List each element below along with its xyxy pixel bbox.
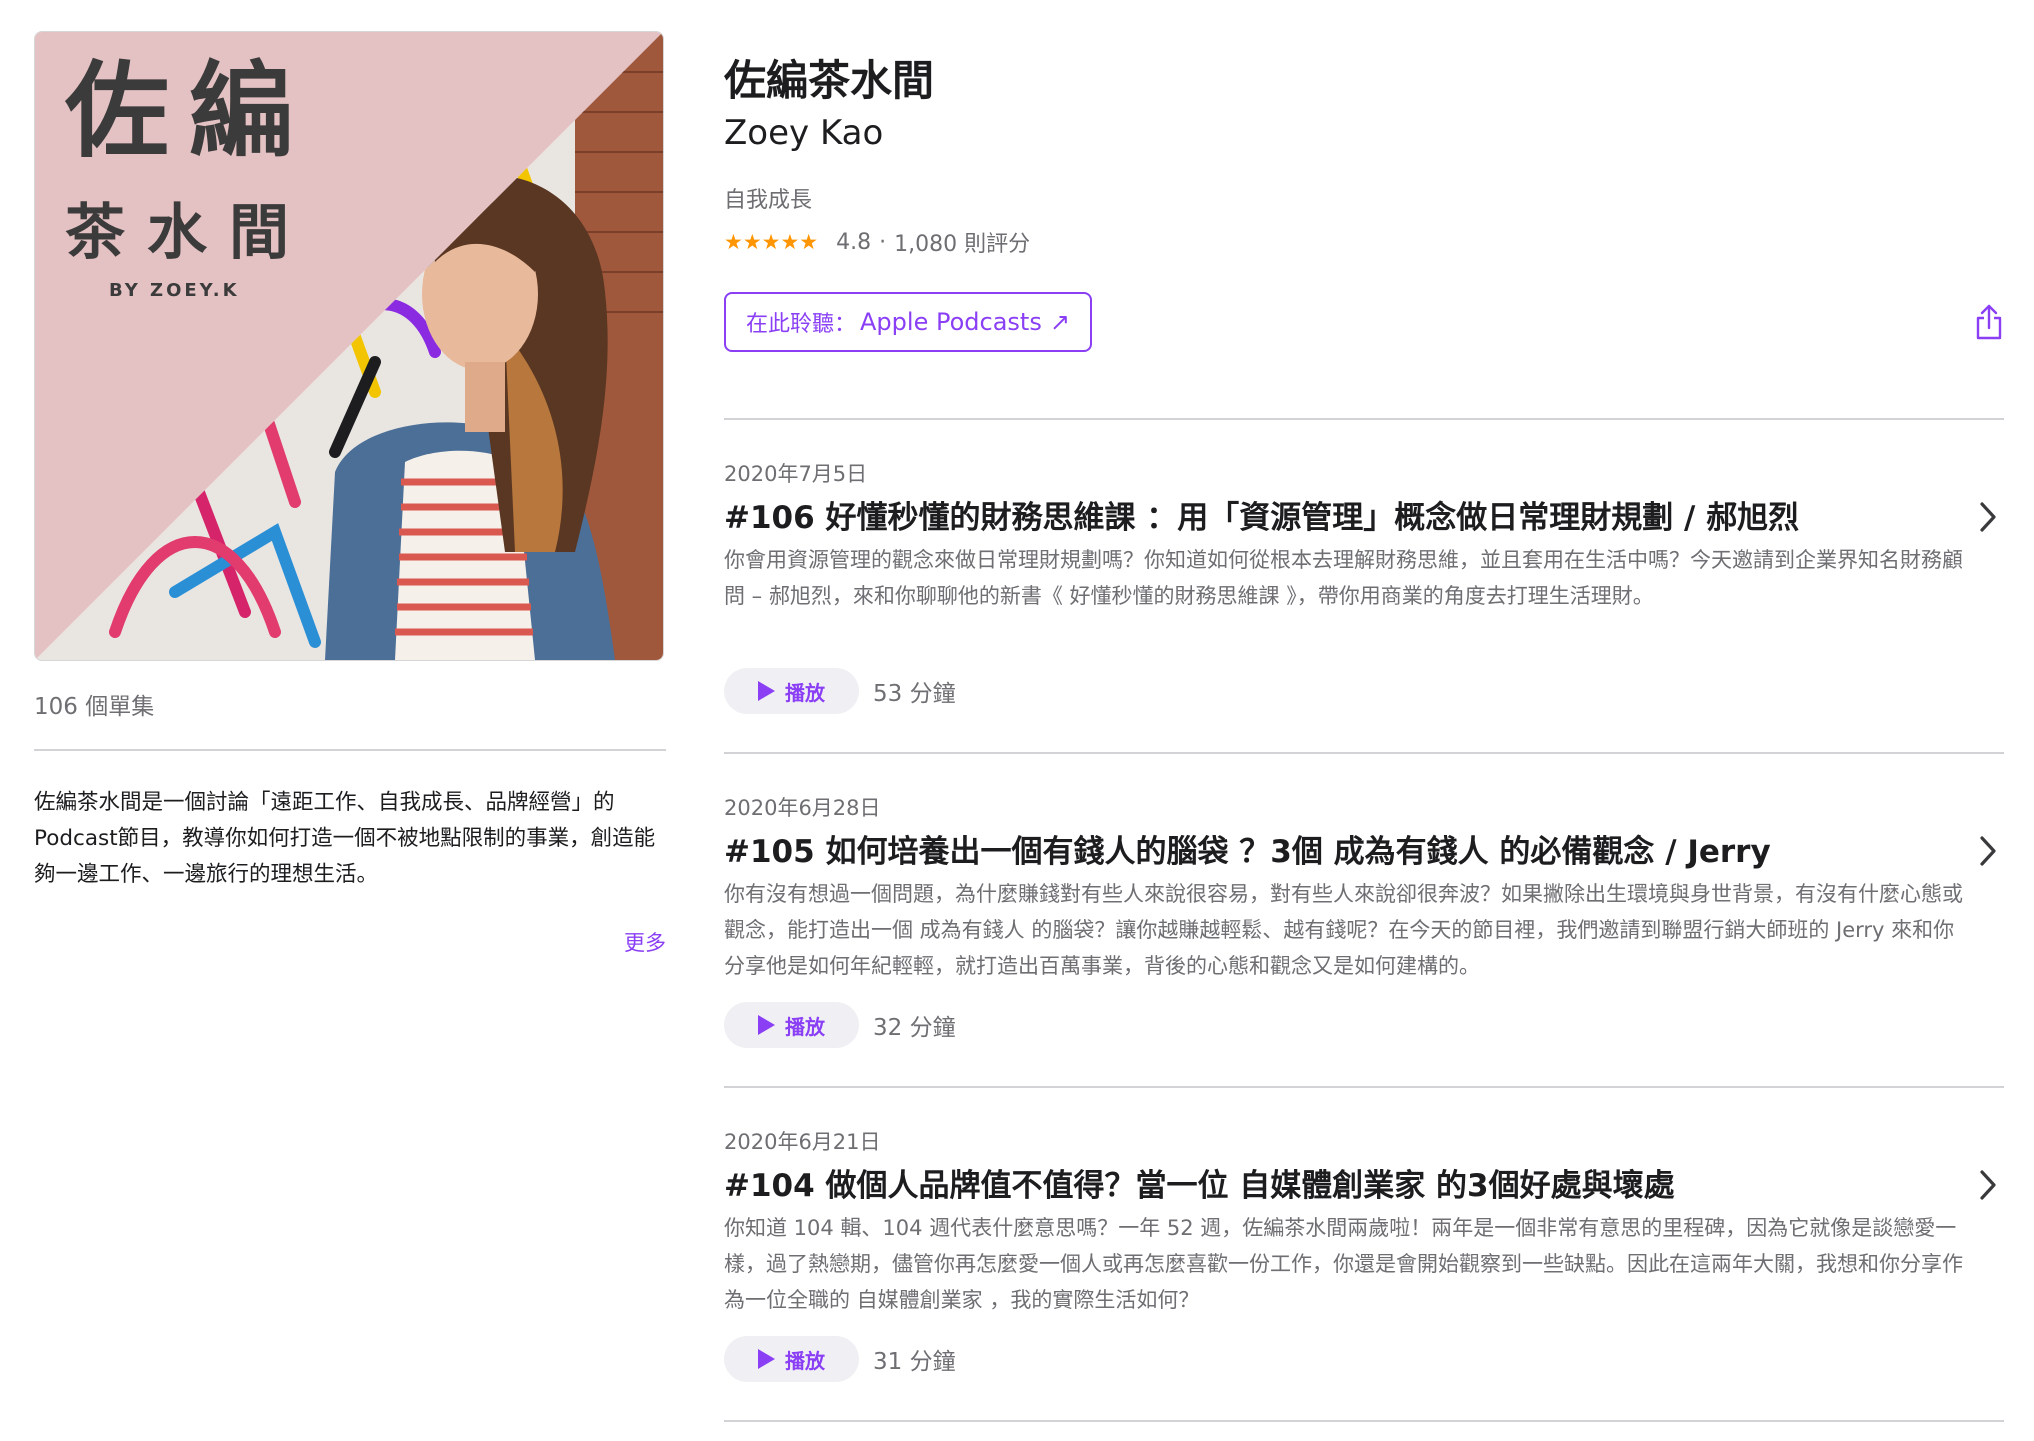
play-label: 播放 xyxy=(785,1014,825,1039)
episode-item: 2020年7月5日 #106 好懂秒懂的財務思維課 ：用「資源管理」概念做日常理… xyxy=(724,420,2004,754)
episode-summary: 你有沒有想過一個問題，為什麼賺錢對有些人來說很容易，對有些人來說卻很奔波？如果撇… xyxy=(724,882,1963,978)
play-row: 播放 31 分鐘 xyxy=(724,1336,956,1382)
rating-row: ★★★★★ 4.8 · 1,080 則評分 xyxy=(724,226,2004,258)
episode-title[interactable]: #105 如何培養出一個有錢人的腦袋 ？3個 成為有錢人 的必備觀念 / Jer… xyxy=(724,826,1954,871)
podcast-artwork: 佐編 茶水間 BY ZOEY.K xyxy=(34,31,664,661)
chevron-right-icon[interactable] xyxy=(1978,500,1998,534)
podcast-author[interactable]: Zoey Kao xyxy=(724,112,2004,154)
play-icon xyxy=(758,681,775,701)
share-icon xyxy=(1976,304,2002,340)
play-row: 播放 32 分鐘 xyxy=(724,1002,956,1048)
artwork-title-line2: 茶水間 xyxy=(65,198,311,268)
rating-separator: · xyxy=(879,229,887,255)
sidebar: 佐編 茶水間 BY ZOEY.K 106 個單集 佐編茶水間是一個討論「遠距工作… xyxy=(34,31,666,957)
chevron-right-icon[interactable] xyxy=(1978,834,1998,868)
listen-prefix: 在此聆聽： xyxy=(746,312,857,337)
podcast-description: 佐編茶水間是一個討論「遠距工作、自我成長、品牌經營」的 Podcast節目，教導… xyxy=(34,790,656,887)
more-link[interactable]: 更多 xyxy=(34,927,666,957)
external-link-icon: ↗ xyxy=(1049,308,1070,336)
play-label: 播放 xyxy=(785,1348,825,1373)
episode-summary: 你知道 104 輯、104 週代表什麼意思嗎？一年 52 週，佐編茶水間兩歲啦！… xyxy=(724,1216,1963,1312)
artwork-title-line1: 佐編 xyxy=(65,49,314,172)
star-rating-icon: ★★★★★ xyxy=(724,230,819,254)
listen-on-apple-podcasts-button[interactable]: 在此聆聽： Apple Podcasts ↗ xyxy=(724,292,1092,352)
episode-date: 2020年6月28日 xyxy=(724,796,881,820)
share-button[interactable] xyxy=(1974,302,2004,342)
divider xyxy=(34,749,666,751)
play-icon xyxy=(758,1349,775,1369)
episode-count: 106 個單集 xyxy=(34,694,155,720)
episode-item: 2020年6月28日 #105 如何培養出一個有錢人的腦袋 ？3個 成為有錢人 … xyxy=(724,754,2004,1088)
episode-duration: 32 分鐘 xyxy=(873,1015,956,1041)
episode-item: 2020年6月21日 #104 做個人品牌值不值得？當一位 自媒體創業家 的3個… xyxy=(724,1088,2004,1422)
episode-duration: 31 分鐘 xyxy=(873,1349,956,1375)
artwork-byline: BY ZOEY.K xyxy=(109,280,240,301)
podcast-category[interactable]: 自我成長 xyxy=(724,182,2004,214)
episode-list: 2020年7月5日 #106 好懂秒懂的財務思維課 ：用「資源管理」概念做日常理… xyxy=(724,418,2004,1422)
episode-date: 2020年6月21日 xyxy=(724,1130,881,1154)
main-content: 佐編茶水間 Zoey Kao 自我成長 ★★★★★ 4.8 · 1,080 則評… xyxy=(724,56,2004,1422)
rating-value: 4.8 xyxy=(836,229,872,255)
episode-summary: 你會用資源管理的觀念來做日常理財規劃嗎？你知道如何從根本去理解財務思維，並且套用… xyxy=(724,548,1963,608)
play-label: 播放 xyxy=(785,680,825,705)
page-title: 佐編茶水間 xyxy=(724,56,935,105)
play-button[interactable]: 播放 xyxy=(724,1002,859,1048)
play-button[interactable]: 播放 xyxy=(724,1336,859,1382)
play-button[interactable]: 播放 xyxy=(724,668,859,714)
play-icon xyxy=(758,1015,775,1035)
chevron-right-icon[interactable] xyxy=(1978,1168,1998,1202)
rating-count: 1,080 則評分 xyxy=(894,232,1031,257)
episode-duration: 53 分鐘 xyxy=(873,681,956,707)
episode-title[interactable]: #106 好懂秒懂的財務思維課 ：用「資源管理」概念做日常理財規劃 / 郝旭烈 xyxy=(724,492,1954,537)
episode-title[interactable]: #104 做個人品牌值不值得？當一位 自媒體創業家 的3個好處與壞處 xyxy=(724,1160,1954,1205)
listen-row: 在此聆聽： Apple Podcasts ↗ xyxy=(724,292,2004,356)
episode-date: 2020年7月5日 xyxy=(724,462,868,486)
listen-brand: Apple Podcasts xyxy=(860,308,1042,336)
play-row: 播放 53 分鐘 xyxy=(724,668,956,714)
